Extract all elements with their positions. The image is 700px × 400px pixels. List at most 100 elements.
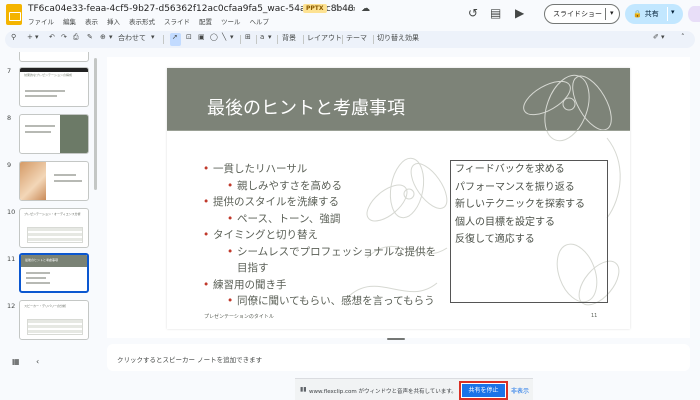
bullet-item: 一貫したリハーサル	[203, 161, 443, 178]
background-button[interactable]: 背景	[282, 33, 296, 43]
slide-number: 8	[7, 114, 12, 122]
comment-add-icon[interactable]: ⊞	[245, 33, 251, 41]
hide-link[interactable]: 非表示	[511, 386, 529, 395]
slide-thumbnail[interactable]	[19, 161, 89, 201]
grid-view-icon[interactable]: ▦	[12, 357, 20, 366]
chevron-down-icon[interactable]: ▾	[610, 9, 614, 17]
notes-placeholder: クリックするとスピーカー ノートを追加できます	[117, 356, 263, 364]
title-divider	[167, 130, 630, 131]
shape-icon[interactable]: ◯	[210, 33, 218, 41]
divider	[373, 35, 374, 44]
slide-thumbnail-active[interactable]: 最後のヒントと考慮事項	[19, 253, 89, 293]
slide-thumbnail[interactable]: 効果的なプレゼンテーションの構成	[19, 67, 89, 107]
thumb-line	[25, 95, 57, 97]
pen-tool-icon[interactable]: ✐	[653, 33, 659, 41]
slideshow-label: スライドショー	[553, 10, 602, 18]
menu-slide[interactable]: スライド	[164, 16, 190, 26]
thumb-title: 効果的なプレゼンテーションの構成	[24, 73, 72, 77]
thumb-title: 最後のヒントと考慮事項	[25, 258, 59, 262]
header: TF6ca04e33-feaa-4cf5-9b27-d56362f12ac0cf…	[0, 0, 700, 30]
slide-title[interactable]: 最後のヒントと考慮事項	[207, 94, 405, 120]
menu-tools[interactable]: ツール	[221, 16, 241, 26]
print-icon[interactable]: ⎙	[73, 33, 79, 42]
menu-arrange[interactable]: 配置	[199, 16, 212, 26]
thumb-table	[27, 319, 83, 335]
lock-icon: 🔒	[633, 10, 642, 18]
chevron-down-icon[interactable]: ▾	[35, 33, 39, 41]
undo-icon[interactable]: ↶	[49, 33, 55, 41]
thumb-side-panel	[60, 115, 88, 153]
divider	[256, 35, 257, 44]
paint-format-icon[interactable]: ✎	[87, 33, 93, 41]
textbox-line: フィードバックを求める	[455, 164, 565, 175]
collapse-toolbar-icon[interactable]: ˄	[681, 33, 685, 41]
move-folder-icon[interactable]: ▭	[347, 4, 356, 14]
meet-video-icon[interactable]: ▶	[515, 6, 524, 20]
menu-view[interactable]: 表示	[85, 16, 98, 26]
redo-icon[interactable]: ↷	[61, 33, 67, 41]
menu-file[interactable]: ファイル	[28, 16, 54, 26]
chevron-down-icon[interactable]: ▾	[151, 33, 155, 41]
comments-icon[interactable]: ▤	[490, 6, 501, 20]
menu-format[interactable]: 表示形式	[129, 16, 155, 26]
thumb-line	[26, 282, 50, 284]
share-button[interactable]: 🔒 共有 ▾	[625, 4, 683, 24]
chevron-down-icon[interactable]: ▾	[268, 33, 272, 41]
line-icon[interactable]: ╲	[222, 33, 226, 41]
menu-bar: ファイル 編集 表示 挿入 表示形式 スライド 配置 ツール ヘルプ	[28, 16, 269, 26]
menu-insert[interactable]: 挿入	[107, 16, 120, 26]
thumb-header	[20, 68, 88, 72]
sub-bullet-item: 親しみやすさを高める	[203, 178, 443, 195]
sub-bullet-item: 同僚に聞いてもらい、感想を言ってもらう	[203, 293, 443, 310]
chevron-down-icon[interactable]: ▾	[671, 8, 675, 16]
stop-sharing-button[interactable]: 共有を停止	[459, 381, 508, 400]
selected-textbox[interactable]: フィードバックを求める パフォーマンスを振り返る 新しいテクニックを探索する 個…	[450, 160, 608, 303]
divider	[277, 35, 278, 44]
divider	[240, 35, 241, 44]
slideshow-button[interactable]: スライドショー ▾	[544, 4, 620, 24]
slides-logo-icon[interactable]	[6, 4, 22, 25]
divider	[303, 35, 304, 44]
speaker-notes[interactable]: クリックするとスピーカー ノートを追加できます	[107, 344, 690, 371]
thumb-line	[26, 277, 46, 279]
thumb-line	[25, 125, 55, 127]
transition-button[interactable]: 切り替え効果	[377, 33, 419, 43]
bullet-item: 提供のスタイルを洗練する	[203, 194, 443, 211]
chevron-down-icon[interactable]: ▾	[230, 33, 234, 41]
new-slide-icon[interactable]: +	[27, 33, 33, 41]
bullet-list[interactable]: 一貫したリハーサル 親しみやすさを高める 提供のスタイルを洗練する ペース、トー…	[203, 161, 443, 310]
text-format-icon[interactable]: a	[260, 33, 264, 41]
collapse-panel-icon[interactable]: ‹	[36, 357, 39, 366]
zoom-icon[interactable]: ⊕	[100, 33, 106, 41]
layout-button[interactable]: レイアウト	[307, 33, 342, 43]
share-indicator-icon: ▮▮	[300, 386, 307, 393]
image-icon[interactable]: ▣	[198, 33, 205, 41]
select-arrow-icon[interactable]: ➚	[172, 33, 178, 41]
slide-thumbnail[interactable]	[19, 114, 89, 154]
slide-number: 10	[7, 208, 16, 216]
notes-resize-handle[interactable]	[387, 338, 405, 340]
slide-thumbnail[interactable]: プレゼンテーション・オーディエンス分析	[19, 208, 89, 248]
slide-thumbnail[interactable]	[19, 52, 89, 62]
zoom-dropdown-icon[interactable]: ▾	[109, 33, 113, 41]
thumb-line	[54, 180, 82, 182]
avatar[interactable]	[688, 6, 700, 22]
chevron-down-icon[interactable]: ▾	[661, 33, 665, 41]
filmstrip-scrollbar[interactable]	[94, 58, 97, 190]
menu-help[interactable]: ヘルプ	[250, 16, 270, 26]
cloud-status-icon[interactable]: ☁	[361, 4, 370, 14]
zoom-select[interactable]: 合わせて	[118, 33, 146, 43]
slide-thumbnail[interactable]: スピーカー・デリバリーの分析	[19, 300, 89, 340]
filmstrip: 7 効果的なプレゼンテーションの構成 8 9 10 プレゼンテーション・オーディ…	[0, 52, 98, 340]
search-menus-icon[interactable]: ⚲	[11, 33, 16, 41]
menu-edit[interactable]: 編集	[63, 16, 76, 26]
thumb-table	[27, 227, 83, 243]
theme-button[interactable]: テーマ	[346, 33, 367, 43]
sub-bullet-item: シームレスでプロフェッショナルな提供を目指す	[203, 244, 443, 277]
history-icon[interactable]: ↺	[468, 6, 478, 20]
slide-footer: プレゼンテーションのタイトル	[204, 314, 274, 320]
stop-sharing-label: 共有を停止	[462, 384, 505, 397]
textbox-line: 反復して適応する	[455, 234, 535, 245]
textbox-icon[interactable]: ⊡	[186, 33, 192, 41]
star-icon[interactable]: ☆	[333, 4, 341, 14]
